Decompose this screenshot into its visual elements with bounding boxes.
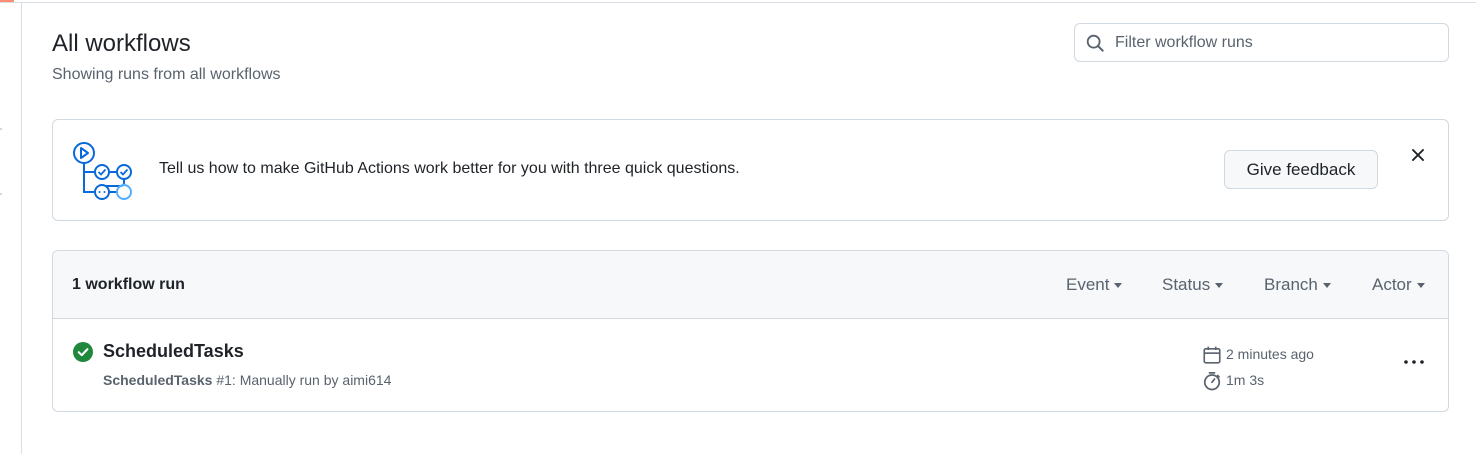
event-filter-label: Event xyxy=(1066,275,1110,294)
run-workflow-name: ScheduledTasks xyxy=(103,372,213,388)
sidebar-divider-tick xyxy=(0,193,2,195)
sidebar-divider-tick xyxy=(0,128,2,130)
feedback-banner: Tell us how to make GitHub Actions work … xyxy=(52,119,1449,221)
status-filter-label: Status xyxy=(1162,275,1211,294)
time-ago-text: 2 minutes ago xyxy=(1226,346,1314,362)
search-input[interactable] xyxy=(1115,24,1440,61)
active-tab-underline xyxy=(0,0,14,2)
actor-filter-label: Actor xyxy=(1372,275,1412,294)
runs-list-header: 1 workflow run Event Status Branch Actor xyxy=(53,251,1448,319)
workflow-illustration-icon xyxy=(73,142,132,200)
x-icon[interactable] xyxy=(1409,146,1427,164)
branch-filter-label: Branch xyxy=(1264,275,1318,294)
caret-down-icon xyxy=(1322,283,1331,289)
page-subtitle: Showing runs from all workflows xyxy=(52,66,281,83)
stopwatch-icon xyxy=(1203,372,1221,391)
page-title: All workflows xyxy=(52,30,191,57)
give-feedback-button[interactable]: Give feedback xyxy=(1224,150,1378,189)
sidebar-divider xyxy=(21,3,22,454)
branch-filter-dropdown[interactable]: Branch xyxy=(1264,275,1331,295)
actor-filter-dropdown[interactable]: Actor xyxy=(1372,275,1425,295)
status-filter-dropdown[interactable]: Status xyxy=(1162,275,1224,295)
caret-down-icon xyxy=(1114,283,1123,289)
workflow-run-row[interactable]: ScheduledTasks ScheduledTasks #1: Manual… xyxy=(53,319,1448,411)
event-filter-dropdown[interactable]: Event xyxy=(1066,275,1123,295)
filter-workflow-runs-search[interactable] xyxy=(1074,23,1449,62)
run-detail: #1: Manually run by aimi614 xyxy=(216,372,392,388)
workflow-runs-list: 1 workflow run Event Status Branch Actor… xyxy=(52,250,1449,412)
duration-text: 1m 3s xyxy=(1226,372,1265,388)
top-nav-border xyxy=(0,0,1476,3)
workflow-run-count: 1 workflow run xyxy=(72,276,185,293)
search-icon xyxy=(1086,34,1104,52)
caret-down-icon xyxy=(1416,283,1425,289)
calendar-icon xyxy=(1203,346,1221,364)
caret-down-icon xyxy=(1215,283,1224,289)
run-title-link[interactable]: ScheduledTasks xyxy=(103,341,244,362)
feedback-message: Tell us how to make GitHub Actions work … xyxy=(159,160,740,177)
check-circle-fill-icon xyxy=(73,342,93,362)
kebab-horizontal-icon[interactable] xyxy=(1401,352,1427,372)
run-metadata: ScheduledTasks #1: Manually run by aimi6… xyxy=(103,372,391,388)
